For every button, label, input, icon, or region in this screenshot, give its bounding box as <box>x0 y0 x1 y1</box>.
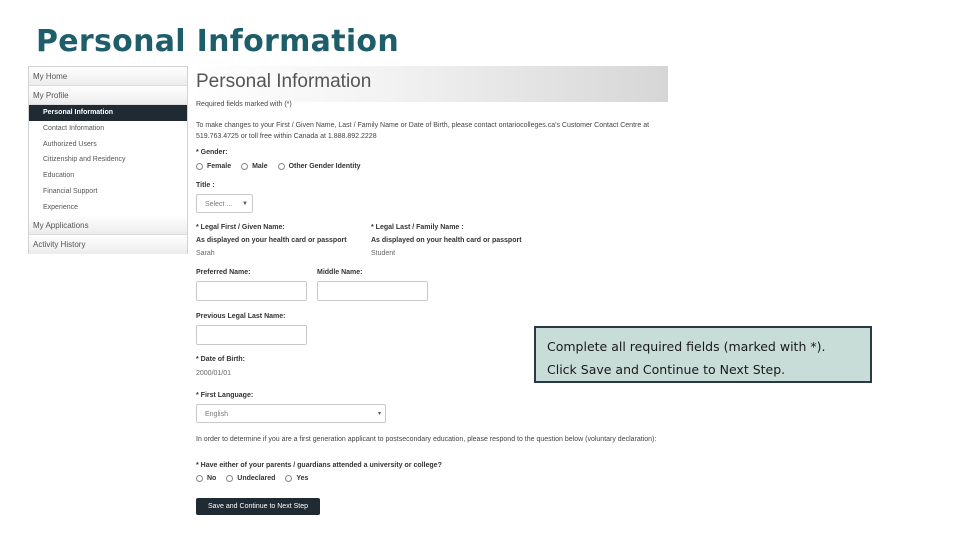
middle-name-label: Middle Name: <box>317 269 363 276</box>
gender-other-radio[interactable] <box>277 163 285 170</box>
first-name-value: Sarah <box>196 250 215 257</box>
last-name-value: Student <box>371 250 396 257</box>
gender-radio-group: Female Male Other Gender Identity <box>196 163 369 170</box>
gender-male-radio[interactable] <box>241 163 249 170</box>
sidebar-subitem-contact-information[interactable]: Contact Information <box>29 120 187 137</box>
first-language-select[interactable]: English ▾ <box>196 404 386 423</box>
parents-yes-label: Yes <box>296 475 309 483</box>
parents-question-label: * Have either of your parents / guardian… <box>196 462 442 469</box>
first-language-label: * First Language: <box>196 392 254 399</box>
callout-line-2: Click Save and Continue to Next Step. <box>547 362 786 377</box>
slide-title: Personal Information <box>36 24 399 59</box>
parents-radio-group: No Undeclared Yes <box>196 475 316 482</box>
panel-title: Personal Information <box>196 71 372 92</box>
title-select[interactable]: Select ... ▼ <box>196 194 253 213</box>
contact-note: To make changes to your First / Given Na… <box>196 122 650 140</box>
sidebar-subitem-education[interactable]: Education <box>29 168 187 184</box>
chevron-down-icon: ▼ <box>242 201 248 207</box>
chevron-down-icon: ▾ <box>377 411 381 417</box>
gender-label: * Gender: <box>196 149 228 156</box>
callout-line-1: Complete all required fields (marked wit… <box>547 339 826 354</box>
first-language-value: English <box>205 411 228 418</box>
last-name-note: As displayed on your health card or pass… <box>371 237 522 244</box>
gender-male-label: Male <box>252 163 268 171</box>
sidebar-subitem-personal-information[interactable]: Personal Information <box>29 105 187 121</box>
first-name-label: * Legal First / Given Name: <box>196 224 285 231</box>
title-select-value: Select ... <box>205 201 233 208</box>
sidebar-item-activity-history[interactable]: Activity History <box>29 234 187 254</box>
sidebar-subitem-authorized-users[interactable]: Authorized Users <box>29 136 187 153</box>
previous-last-name-label: Previous Legal Last Name: <box>196 313 286 320</box>
middle-name-input[interactable] <box>317 281 428 301</box>
personal-info-panel: Personal Information Required fields mar… <box>190 66 668 526</box>
dob-value: 2000/01/01 <box>196 370 232 377</box>
save-continue-button[interactable]: Save and Continue to Next Step <box>196 498 320 515</box>
dob-label: * Date of Birth: <box>196 356 245 363</box>
sidebar-subitem-financial-support[interactable]: Financial Support <box>29 183 187 200</box>
first-gen-note: In order to determine if you are a first… <box>196 436 657 443</box>
gender-female-radio[interactable] <box>196 163 203 170</box>
parents-undeclared-label: Undeclared <box>237 475 276 483</box>
sidebar-subitem-experience[interactable]: Experience <box>29 199 187 216</box>
sidebar-subitem-citizenship[interactable]: Citizenship and Residency <box>29 152 187 169</box>
sidebar-nav: My Home My Profile Personal Information … <box>28 66 188 254</box>
previous-last-name-input[interactable] <box>196 325 307 345</box>
instruction-callout: Complete all required fields (marked wit… <box>534 326 872 383</box>
sidebar-item-my-home[interactable]: My Home <box>29 67 187 86</box>
first-name-note: As displayed on your health card or pass… <box>196 237 347 244</box>
panel-header: Personal Information <box>190 66 668 102</box>
parents-undeclared-radio[interactable] <box>226 475 234 482</box>
sidebar-item-my-applications[interactable]: My Applications <box>29 215 187 235</box>
gender-female-label: Female <box>207 163 232 171</box>
sidebar-item-my-profile[interactable]: My Profile <box>29 86 187 105</box>
parents-no-radio[interactable] <box>196 475 203 482</box>
parents-yes-radio[interactable] <box>285 475 293 482</box>
preferred-name-input[interactable] <box>196 281 307 301</box>
preferred-name-label: Preferred Name: <box>196 269 251 276</box>
required-note: Required fields marked with (*) <box>196 101 292 108</box>
gender-other-label: Other Gender Identity <box>288 163 361 171</box>
last-name-label: * Legal Last / Family Name : <box>371 224 464 231</box>
parents-no-label: No <box>207 475 217 483</box>
title-label: Title : <box>196 182 215 189</box>
